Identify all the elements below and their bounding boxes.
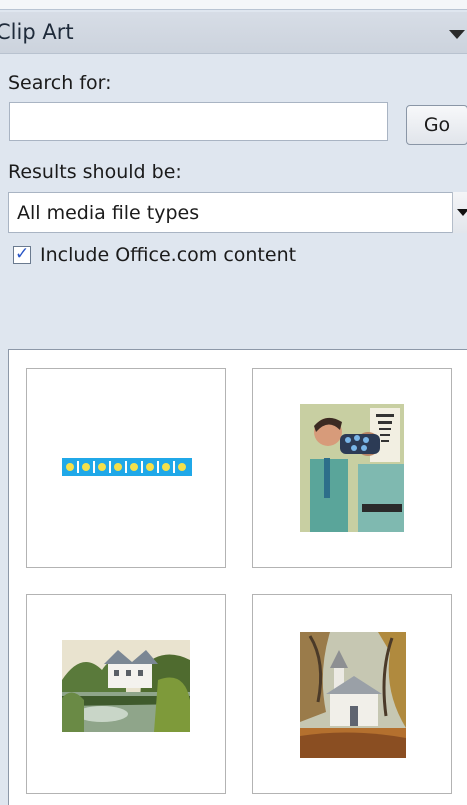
chevron-down-icon xyxy=(457,209,467,216)
eye-exam-image xyxy=(300,404,404,532)
checkmark-icon: ✓ xyxy=(15,244,30,264)
pane-top-edge xyxy=(0,0,467,10)
media-type-dropdown-button[interactable] xyxy=(452,192,467,233)
search-input[interactable] xyxy=(9,102,388,141)
country-church-image xyxy=(300,632,406,758)
include-office-label[interactable]: Include Office.com content xyxy=(40,244,296,266)
search-label: Search for: xyxy=(8,72,112,94)
clip-art-pane: Clip Art Search for: Go Results should b… xyxy=(0,0,467,805)
media-type-select[interactable]: All media file types xyxy=(8,192,467,233)
pane-title: Clip Art xyxy=(0,20,74,44)
clip-lakeside-house[interactable] xyxy=(26,594,226,794)
include-office-checkbox[interactable]: ✓ xyxy=(13,244,31,264)
media-type-value: All media file types xyxy=(17,202,200,224)
dotted-border-image xyxy=(62,458,192,476)
go-button[interactable]: Go xyxy=(406,105,467,145)
dropdown-triangle-icon[interactable] xyxy=(449,30,465,39)
clip-country-church[interactable] xyxy=(252,594,452,794)
pane-title-bar: Clip Art xyxy=(0,12,467,54)
clip-eye-exam[interactable] xyxy=(252,368,452,568)
lakeside-house-image xyxy=(62,640,190,732)
results-panel[interactable] xyxy=(8,349,467,805)
results-type-label: Results should be: xyxy=(8,161,182,183)
clip-dotted-border[interactable] xyxy=(26,368,226,568)
